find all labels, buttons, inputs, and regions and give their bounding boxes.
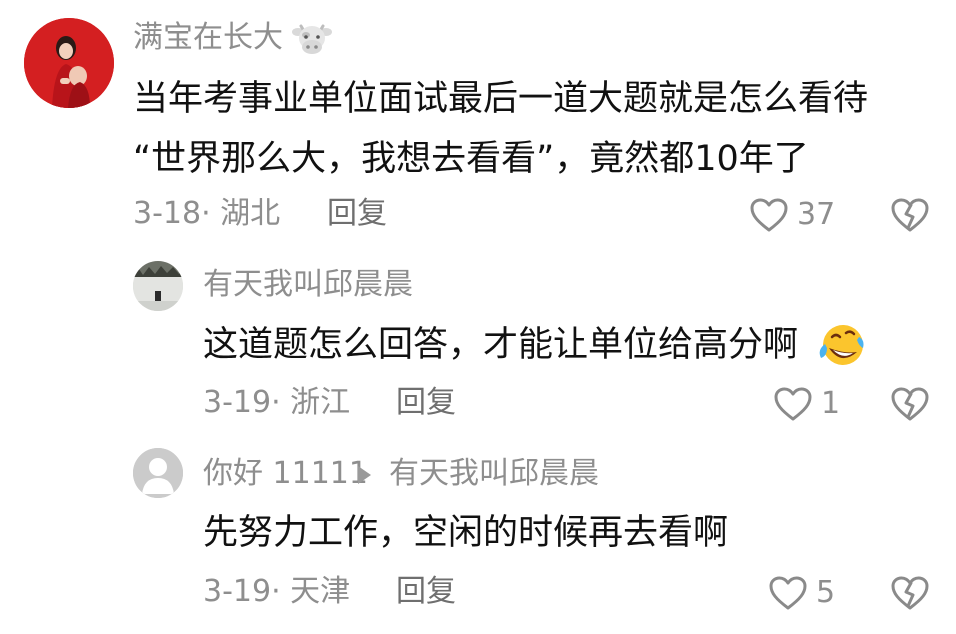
- avatar[interactable]: [133, 448, 183, 498]
- reply-to-username[interactable]: 有天我叫邱晨晨: [389, 454, 599, 494]
- like-count: 37: [797, 197, 836, 232]
- comment-date-location: 3-19· 浙江: [203, 385, 351, 420]
- heart-icon: [769, 576, 807, 610]
- like-button[interactable]: 5: [768, 571, 835, 615]
- comment-thread: 满宝在长大 当年考事业单位面试最后一道大题就是怎么看待 “世界那么大，我想去看看…: [0, 0, 956, 634]
- heart-icon: [774, 387, 812, 421]
- avatar-photo-icon: [24, 18, 114, 108]
- like-count: 1: [821, 386, 841, 421]
- avatar[interactable]: [133, 261, 183, 311]
- default-user-icon: [133, 448, 183, 498]
- comment-username[interactable]: 有天我叫邱晨晨: [203, 265, 413, 305]
- laughing-crying-emoji-icon: [819, 325, 864, 365]
- comment-text: 这道题怎么回答，才能让单位给高分啊: [203, 325, 799, 365]
- comment-text: 先努力工作，空闲的时候再去看啊: [203, 513, 729, 553]
- avatar-photo-icon: [133, 261, 183, 311]
- comment-username[interactable]: 满宝在长大: [133, 18, 283, 58]
- comment-username[interactable]: 你好 11111: [203, 454, 368, 494]
- avatar[interactable]: [24, 18, 114, 108]
- comment-text-line: “世界那么大，我想去看看”，竟然都10年了: [133, 139, 809, 179]
- cow-face-icon: [292, 24, 332, 54]
- reply-button[interactable]: 回复: [396, 383, 456, 423]
- reply-button[interactable]: 回复: [327, 194, 387, 234]
- reply-button[interactable]: 回复: [396, 572, 456, 612]
- reply-to-arrow-icon: [358, 466, 371, 484]
- like-button[interactable]: 1: [773, 382, 840, 426]
- comment-date-location: 3-19· 天津: [203, 574, 351, 609]
- heart-icon: [750, 198, 788, 232]
- comment-date-location: 3-18· 湖北: [133, 196, 281, 231]
- comment-text-line: 当年考事业单位面试最后一道大题就是怎么看待: [133, 79, 869, 119]
- like-count: 5: [816, 575, 836, 610]
- broken-heart-icon[interactable]: [890, 573, 930, 613]
- like-button[interactable]: 37: [749, 193, 835, 237]
- broken-heart-icon[interactable]: [890, 384, 930, 424]
- broken-heart-icon[interactable]: [890, 195, 930, 235]
